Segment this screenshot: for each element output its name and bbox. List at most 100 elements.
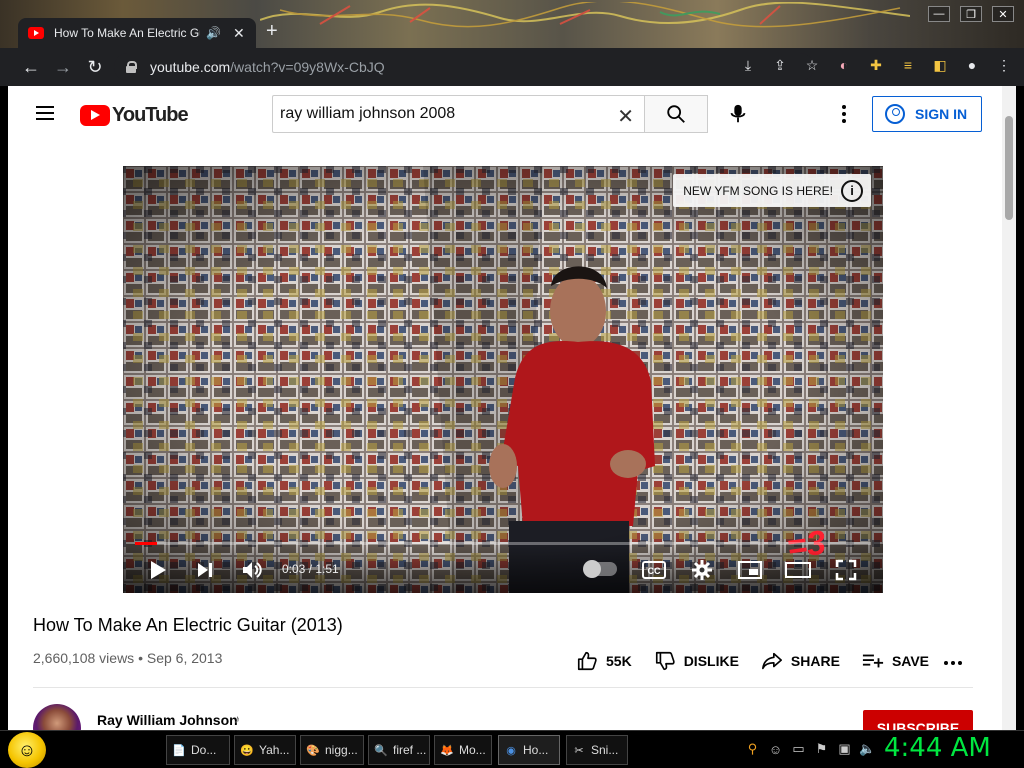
search-button[interactable]	[644, 95, 708, 133]
thumbs-down-icon	[655, 651, 675, 671]
install-icon[interactable]: ⤓	[736, 53, 760, 77]
search-input[interactable]	[280, 105, 600, 123]
taskbar-clock[interactable]: 4:44 AM	[884, 733, 991, 763]
youtube-page: YouTube ✕ SIGN IN	[8, 86, 1016, 730]
paint-icon: 🎨	[306, 744, 320, 757]
video-views-date: 2,660,108 views • Sep 6, 2013	[33, 650, 223, 666]
share-button[interactable]: SHARE	[761, 651, 840, 671]
miniplayer-button[interactable]	[735, 557, 765, 583]
new-tab-icon[interactable]: +	[266, 20, 278, 43]
scrollbar-thumb[interactable]	[1005, 116, 1013, 220]
closed-captions-icon: CC	[642, 561, 666, 579]
info-card-teaser[interactable]: NEW YFM SONG IS HERE! i	[673, 174, 871, 207]
taskbar-item[interactable]: ✂ Sni...	[566, 735, 628, 765]
add-to-playlist-icon	[862, 654, 884, 668]
speaker-tray-icon[interactable]: 🔈	[859, 739, 876, 759]
theater-mode-button[interactable]	[783, 557, 813, 583]
media-control-icon[interactable]: ≡	[896, 53, 920, 77]
progress-bar[interactable]	[135, 542, 871, 545]
maximize-icon[interactable]: ❐	[960, 6, 982, 22]
taskbar-item-label: nigg...	[325, 743, 358, 757]
taskbar-item[interactable]: 🎨 nigg...	[300, 735, 364, 765]
browser-menu-icon[interactable]: ⋮	[992, 53, 1016, 77]
sign-in-label: SIGN IN	[915, 106, 968, 122]
youtube-play-logo-icon	[80, 105, 110, 126]
messenger-tray-icon[interactable]: ☺	[767, 739, 784, 759]
address-bar[interactable]: youtube.com/watch?v=09y8Wx-CbJQ	[114, 53, 814, 81]
clear-search-icon[interactable]: ✕	[617, 104, 634, 129]
action-center-flag-icon[interactable]: ⚑	[813, 739, 830, 759]
wallpaper-scribble	[260, 2, 910, 28]
like-count: 55K	[606, 653, 632, 669]
play-button[interactable]	[143, 557, 173, 583]
extensions-puzzle-icon[interactable]: ✚	[864, 53, 888, 77]
account-circle-icon	[885, 104, 905, 124]
browser-toolbar: ← → ↻ youtube.com/watch?v=09y8Wx-CbJQ ⤓ …	[0, 48, 1024, 86]
bookmark-star-icon[interactable]: ☆	[800, 53, 824, 77]
mute-button[interactable]	[237, 557, 267, 583]
save-button[interactable]: SAVE	[862, 652, 929, 670]
dislike-button[interactable]: DISLIKE	[654, 650, 739, 672]
taskbar-item[interactable]: 😀 Yah...	[234, 735, 296, 765]
video-title: How To Make An Electric Guitar (2013)	[33, 615, 343, 635]
divider	[33, 687, 973, 688]
close-icon[interactable]: ✕	[992, 6, 1014, 22]
taskbar-item-label: Ho...	[523, 743, 549, 757]
youtube-logo[interactable]: YouTube	[80, 104, 189, 127]
menu-icon[interactable]	[36, 106, 54, 120]
taskbar-item[interactable]: ◉ Ho...	[498, 735, 560, 765]
taskbar-item[interactable]: 🔍 firef ...	[368, 735, 430, 765]
fullscreen-button[interactable]	[831, 557, 861, 583]
url-path: /watch?v=09y8Wx-CbJQ	[230, 59, 385, 75]
tab-close-icon[interactable]: ✕	[233, 25, 245, 42]
youtube-favicon-icon	[28, 27, 44, 39]
tab-title: How To Make An Electric Gu	[54, 26, 200, 40]
video-player[interactable]: NEW YFM SONG IS HERE! i =3 0:03 / 1:51 C…	[123, 166, 883, 593]
profile-avatar-icon[interactable]: ●	[960, 53, 984, 77]
like-button[interactable]: 55K	[576, 650, 632, 672]
tab-audio-icon[interactable]: 🔊	[206, 26, 221, 40]
taskbar-item[interactable]: 📄 Do...	[166, 735, 230, 765]
system-tray: ⚲ ☺ ▭ ⚑ ▣ 🔈	[744, 739, 876, 759]
taskbar-item-label: Do...	[191, 743, 217, 757]
video-actions: 55K DISLIKE SHARE SAVE	[576, 649, 951, 673]
settings-more-icon[interactable]	[834, 100, 854, 128]
side-panel-icon[interactable]: ◧	[928, 53, 952, 77]
autoplay-toggle[interactable]	[583, 560, 617, 578]
network-icon[interactable]: ▣	[836, 739, 853, 759]
taskbar-item[interactable]: 🦊 Mo...	[434, 735, 492, 765]
window-titlebar: How To Make An Electric Gu 🔊 ✕ + — ❐ ✕	[0, 0, 1024, 50]
voice-search-button[interactable]	[722, 98, 754, 130]
minimize-icon[interactable]: —	[928, 6, 950, 22]
browser-tab[interactable]: How To Make An Electric Gu 🔊 ✕	[18, 18, 256, 48]
next-button[interactable]	[190, 557, 220, 583]
share-icon	[761, 652, 782, 670]
forward-icon[interactable]: →	[48, 52, 78, 82]
share-page-icon[interactable]: ⇪	[768, 53, 792, 77]
dislike-label: DISLIKE	[683, 653, 739, 669]
play-icon	[151, 561, 166, 579]
channel-avatar[interactable]	[33, 704, 81, 730]
yahoo-messenger-icon: 😀	[240, 744, 254, 757]
taskbar: ☺ 📄 Do... 😀 Yah... 🎨 nigg... 🔍 firef ...…	[0, 730, 1024, 768]
extension-flag-icon[interactable]: ◐	[832, 53, 856, 77]
info-icon[interactable]: i	[841, 179, 863, 202]
taskbar-item-label: firef ...	[393, 743, 427, 757]
skip-next-icon	[198, 563, 212, 577]
search-box: ✕	[272, 95, 644, 133]
sign-in-button[interactable]: SIGN IN	[872, 96, 982, 132]
search-tray-icon[interactable]: ⚲	[744, 739, 761, 759]
back-icon[interactable]: ←	[16, 52, 46, 82]
page-scrollbar[interactable]	[1002, 86, 1016, 730]
start-button[interactable]: ☺	[8, 732, 46, 768]
chrome-icon: ◉	[506, 744, 516, 757]
svg-text:CC: CC	[648, 566, 661, 576]
settings-button[interactable]	[687, 557, 717, 583]
subtitles-button[interactable]: CC	[639, 557, 669, 583]
more-actions-icon[interactable]	[944, 661, 962, 665]
subscribe-button[interactable]: SUBSCRIBE	[863, 710, 973, 730]
theater-mode-icon	[785, 562, 811, 578]
safely-remove-icon[interactable]: ▭	[790, 739, 807, 759]
reload-icon[interactable]: ↻	[80, 52, 110, 82]
channel-name[interactable]: Ray William Johnson	[97, 712, 238, 728]
